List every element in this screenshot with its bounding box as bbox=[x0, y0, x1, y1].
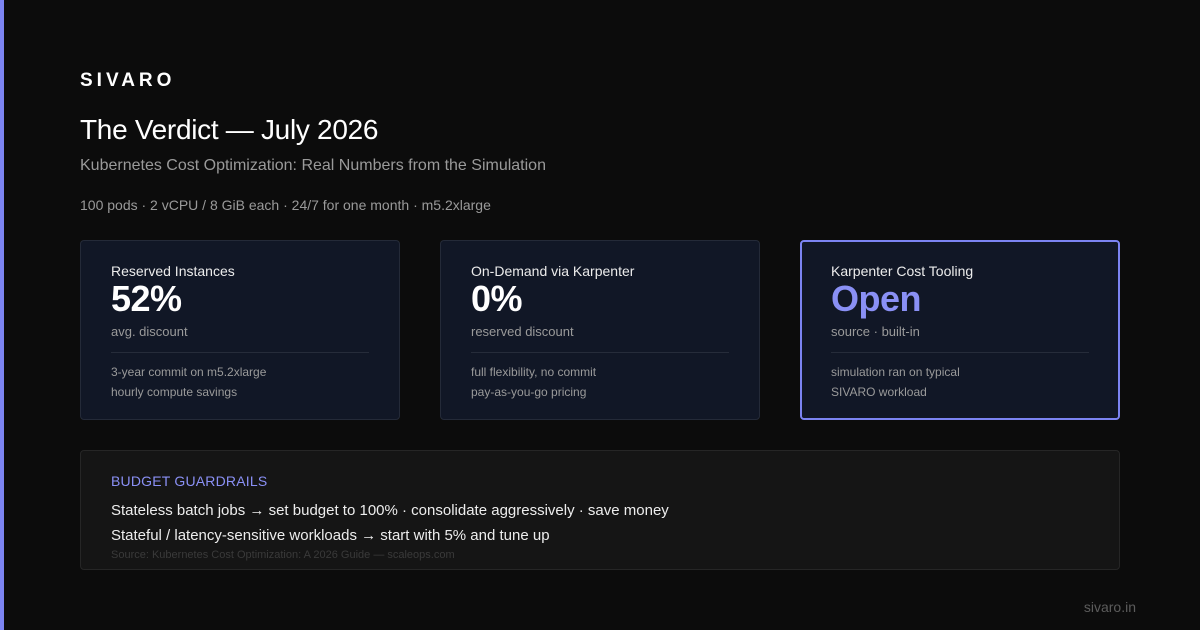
card-note: full flexibility, no commit bbox=[471, 365, 597, 379]
card-label: On-Demand via Karpenter bbox=[471, 263, 635, 279]
accent-bar bbox=[0, 0, 4, 630]
card-on-demand-karpenter: On-Demand via Karpenter 0% reserved disc… bbox=[440, 240, 760, 420]
card-unit: avg. discount bbox=[111, 324, 188, 339]
card-note: hourly compute savings bbox=[111, 385, 238, 399]
card-unit: reserved discount bbox=[471, 324, 574, 339]
page-subtitle: Kubernetes Cost Optimization: Real Numbe… bbox=[80, 157, 546, 174]
card-value: 0% bbox=[471, 278, 523, 319]
card-note: pay-as-you-go pricing bbox=[471, 385, 587, 399]
card-value: 52% bbox=[111, 278, 182, 319]
card-unit: source · built-in bbox=[831, 324, 920, 339]
source-citation: Source: Kubernetes Cost Optimization: A … bbox=[111, 549, 455, 561]
card-divider bbox=[471, 352, 729, 353]
card-karpenter-cost-tooling: Karpenter Cost Tooling Open source · bui… bbox=[800, 240, 1120, 420]
card-note: simulation ran on typical bbox=[831, 365, 960, 379]
card-value: Open bbox=[831, 278, 922, 319]
card-note: SIVARO workload bbox=[831, 385, 927, 399]
page-title: The Verdict — July 2026 bbox=[80, 114, 379, 145]
guardrails-title: BUDGET GUARDRAILS bbox=[111, 473, 268, 489]
guardrail-line: Stateless batch jobs → set budget to 100… bbox=[111, 502, 669, 519]
card-note: 3-year commit on m5.2xlarge bbox=[111, 365, 267, 379]
brand-logo: SIVARO bbox=[80, 70, 176, 91]
card-label: Karpenter Cost Tooling bbox=[831, 263, 974, 279]
card-reserved-instances: Reserved Instances 52% avg. discount 3-y… bbox=[80, 240, 400, 420]
budget-guardrails-panel: BUDGET GUARDRAILS Stateless batch jobs →… bbox=[80, 450, 1120, 570]
simulation-specs: 100 pods · 2 vCPU / 8 GiB each · 24/7 fo… bbox=[80, 197, 491, 213]
guardrail-line: Stateful / latency-sensitive workloads →… bbox=[111, 527, 550, 544]
card-divider bbox=[831, 352, 1089, 353]
card-divider bbox=[111, 352, 369, 353]
footer-url: sivaro.in bbox=[1083, 599, 1136, 615]
card-label: Reserved Instances bbox=[111, 263, 235, 279]
